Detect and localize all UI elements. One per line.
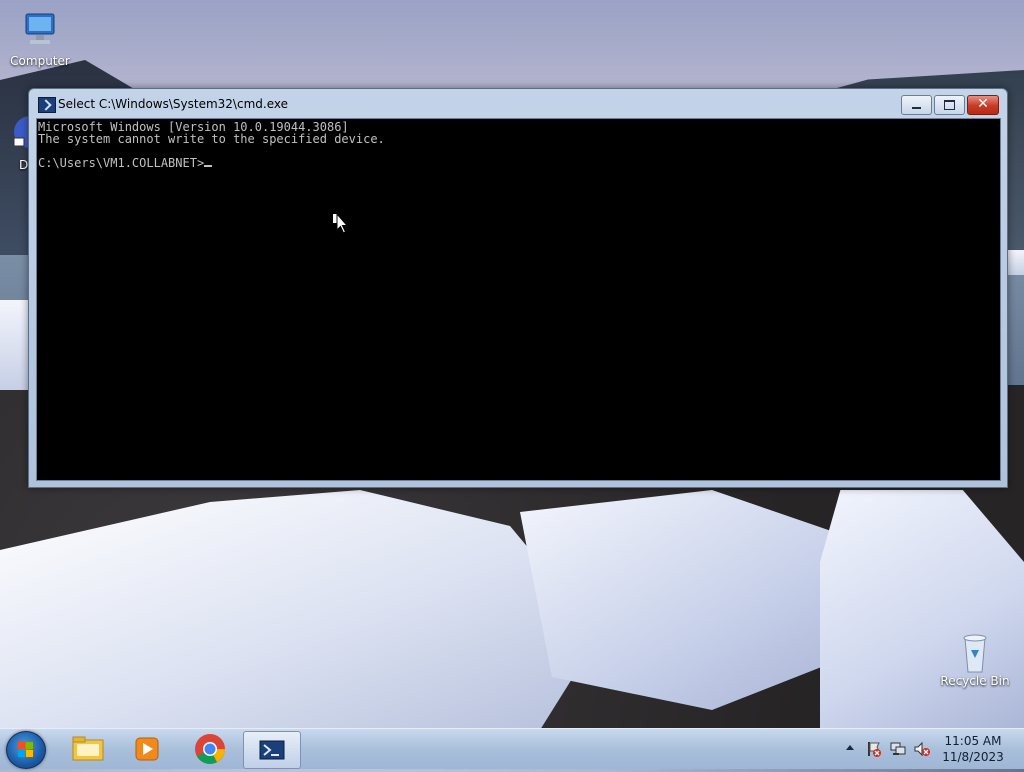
clock-date: 11/8/2023 <box>942 750 1004 764</box>
show-hidden-icons-button[interactable] <box>846 745 854 750</box>
taskbar: 11:05 AM 11/8/2023 <box>0 728 1024 769</box>
wallpaper-ice <box>1006 250 1024 275</box>
clock-time: 11:05 AM <box>944 734 1002 748</box>
console-text: Microsoft Windows [Version 10.0.19044.30… <box>37 119 1000 169</box>
console-output[interactable]: Microsoft Windows [Version 10.0.19044.30… <box>36 118 1001 481</box>
window-title: Select C:\Windows\System32\cmd.exe <box>58 97 288 111</box>
maximize-button[interactable] <box>934 95 965 115</box>
desktop-icon-d[interactable]: D <box>0 112 30 172</box>
console-line: The system cannot write to the specified… <box>38 132 385 146</box>
close-button[interactable]: ✕ <box>967 95 999 115</box>
desktop-icon-label: Computer <box>10 54 70 68</box>
cmd-icon <box>38 97 56 113</box>
system-clock[interactable]: 11:05 AM 11/8/2023 <box>934 733 1012 765</box>
text-cursor <box>204 165 213 167</box>
shortcut-icon <box>0 112 30 152</box>
taskbar-cmd[interactable] <box>243 731 301 769</box>
console-prompt: C:\Users\VM1.COLLABNET> <box>38 156 205 170</box>
volume-muted-icon[interactable] <box>914 741 930 757</box>
taskbar-file-explorer[interactable] <box>60 731 116 767</box>
network-icon[interactable] <box>890 741 906 757</box>
desktop-icon-computer[interactable]: Computer <box>0 10 80 68</box>
media-player-icon <box>135 737 159 761</box>
close-icon: ✕ <box>977 96 989 112</box>
wallpaper-ice <box>0 300 30 390</box>
mouse-pointer-icon <box>333 214 347 234</box>
cmd-icon <box>259 740 285 760</box>
desktop-icon-recycle-bin[interactable]: Recycle Bin <box>935 630 1015 688</box>
chrome-icon <box>195 734 225 764</box>
wallpaper-ice <box>520 490 840 710</box>
window-titlebar[interactable]: Select C:\Windows\System32\cmd.exe ✕ <box>29 89 1007 119</box>
minimize-button[interactable] <box>901 95 932 115</box>
action-center-icon[interactable] <box>866 741 882 757</box>
cmd-window[interactable]: Select C:\Windows\System32\cmd.exe ✕ Mic… <box>28 88 1008 488</box>
recycle-bin-icon <box>955 630 995 673</box>
start-button[interactable] <box>6 731 46 769</box>
computer-icon <box>20 10 60 50</box>
taskbar-chrome[interactable] <box>182 731 238 767</box>
file-explorer-icon <box>72 736 104 761</box>
desktop-icon-label: D <box>19 158 29 172</box>
windows-start-icon <box>18 742 34 758</box>
desktop-icon-label: Recycle Bin <box>940 674 1010 688</box>
taskbar-media-player[interactable] <box>120 731 176 767</box>
